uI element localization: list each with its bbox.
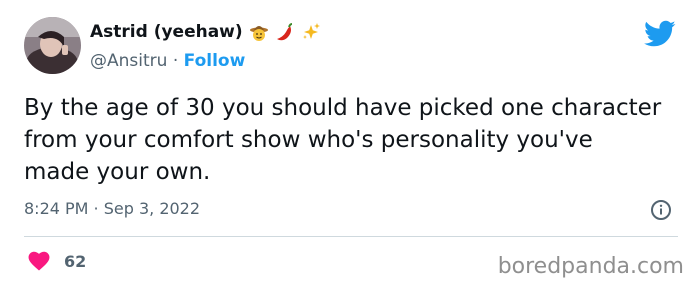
sparkles-icon	[301, 22, 321, 42]
avatar[interactable]	[24, 17, 81, 74]
author-name-row: Astrid (yeehaw)	[90, 22, 321, 42]
cowboy-face-icon	[249, 22, 269, 42]
divider	[24, 236, 678, 237]
separator-dot: ·	[172, 51, 179, 71]
tweet-text: By the age of 30 you should have picked …	[24, 95, 662, 185]
heart-icon[interactable]	[28, 251, 50, 271]
handle-line: @Ansitru · Follow	[90, 51, 245, 71]
author-handle[interactable]: @Ansitru	[90, 51, 167, 71]
author-name[interactable]: Astrid (yeehaw)	[90, 22, 243, 42]
chili-pepper-icon	[275, 22, 295, 42]
watermark: boredpanda.com	[497, 254, 684, 279]
like-count: 62	[64, 252, 87, 271]
twitter-bird-icon[interactable]	[644, 20, 676, 48]
info-icon[interactable]	[650, 199, 672, 221]
tweet-timestamp[interactable]: 8:24 PM · Sep 3, 2022	[24, 199, 200, 218]
follow-button[interactable]: Follow	[184, 51, 246, 71]
